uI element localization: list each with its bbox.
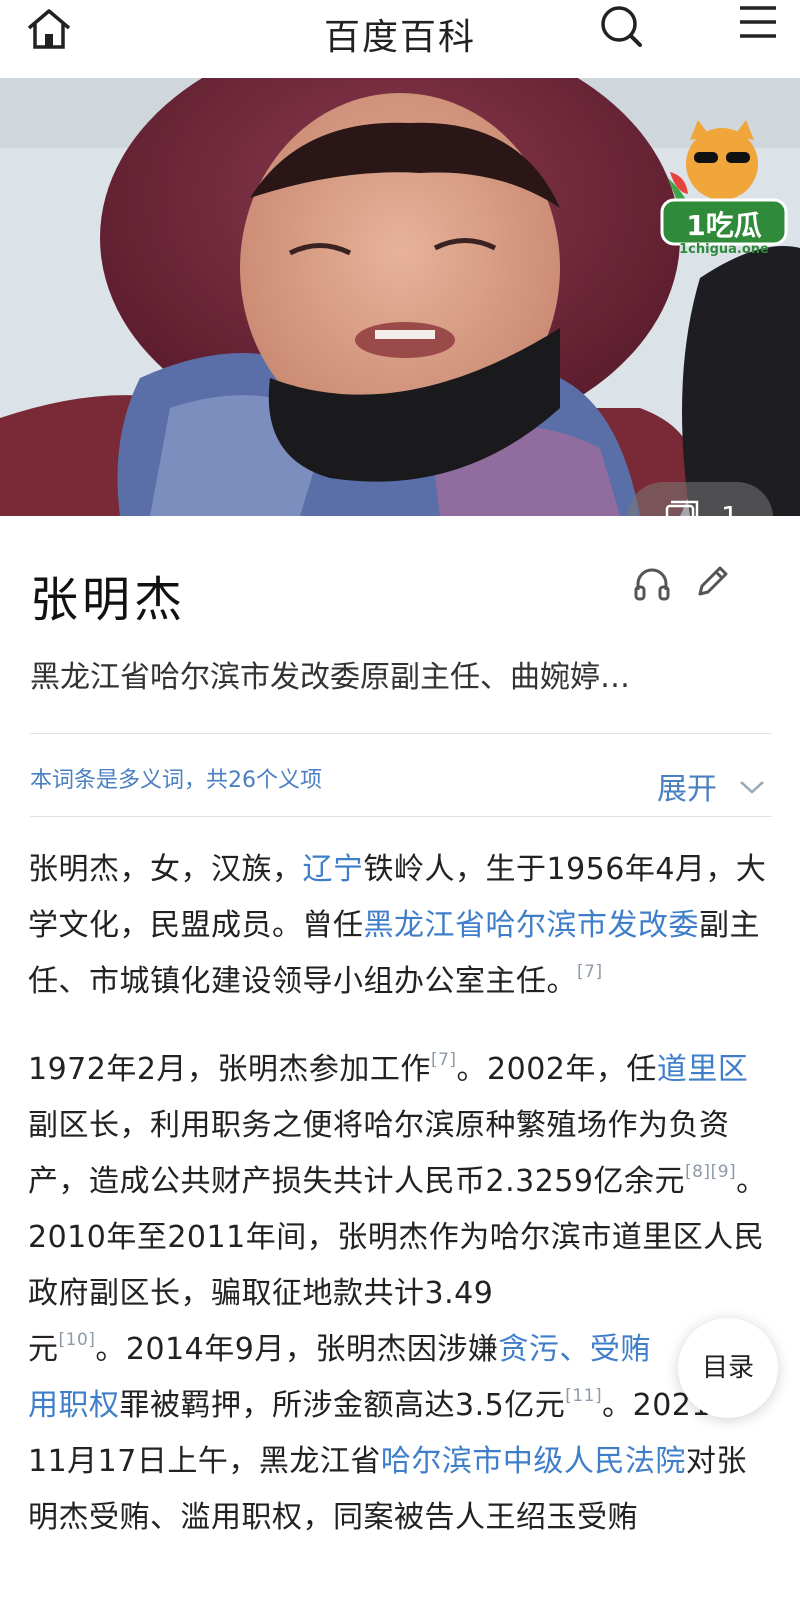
link-abuse-of-power[interactable]: 用职权: [28, 1388, 120, 1423]
text-run: 张明杰，女，汉族，: [28, 852, 303, 887]
polysemy-note[interactable]: 本词条是多义词，共26个义项: [30, 762, 322, 794]
text-run: 、: [559, 1332, 590, 1367]
intro-paragraph: 张明杰，女，汉族，辽宁铁岭人，生于1956年4月，大学文化，民盟成员。曾任黑龙江…: [28, 842, 773, 1010]
citation[interactable]: [7]: [431, 1050, 457, 1070]
expand-button[interactable]: 展开: [657, 764, 765, 808]
menu-icon[interactable]: [732, 2, 778, 46]
watermark-url: 1chigua.one: [679, 242, 769, 257]
citation[interactable]: [8][9]: [685, 1162, 736, 1182]
page-title: 百度百科: [323, 17, 476, 58]
entry-content: 张明杰 黑龙江省哈尔滨市发改委原副主任、曲婉婷… 本词条是多义词，共26个义项 …: [0, 516, 800, 1608]
entry-body: 张明杰，女，汉族，辽宁铁岭人，生于1956年4月，大学文化，民盟成员。曾任黑龙江…: [28, 842, 773, 1578]
gallery-icon: [663, 500, 699, 516]
career-paragraph: 1972年2月，张明杰参加工作[7]。2002年，任道里区副区长，利用职务之便将…: [28, 1042, 773, 1546]
photo-count: 1: [721, 500, 739, 516]
link-liaoning[interactable]: 辽宁: [303, 852, 364, 887]
citation[interactable]: [11]: [565, 1386, 602, 1406]
top-bar: 百度百科: [0, 0, 800, 78]
text-run: 1972年2月，张明杰参加工作: [28, 1052, 431, 1087]
expand-label: 展开: [657, 772, 717, 807]
link-harbin-ndrc[interactable]: 黑龙江省哈尔滨市发改委: [364, 908, 700, 943]
edit-pencil-icon[interactable]: [692, 562, 732, 606]
photo-counter-button[interactable]: 1: [627, 482, 773, 516]
chevron-down-icon: [739, 768, 765, 803]
entry-photo[interactable]: 1吃瓜 1chigua.one 1: [0, 78, 800, 516]
entry-subtitle: 黑龙江省哈尔滨市发改委原副主任、曲婉婷…: [30, 660, 630, 695]
divider: [30, 733, 772, 734]
text-run: 。2002年，任: [456, 1052, 657, 1087]
citation[interactable]: [7]: [577, 962, 603, 982]
text-run: 副区长，利用职务之便将哈尔滨原种繁殖场作为负资产，造成公共财产损失共计人民币2.…: [28, 1108, 730, 1199]
text-run: 。2014年9月，张明杰因涉嫌: [95, 1332, 499, 1367]
divider: [30, 816, 772, 817]
text-run: 元: [28, 1332, 59, 1367]
citation[interactable]: [10]: [59, 1330, 96, 1350]
search-icon[interactable]: [598, 4, 646, 56]
text-run: 罪被羁押，所涉金额高达3.5亿元: [119, 1388, 566, 1423]
headphones-icon[interactable]: [632, 564, 672, 608]
link-bribery[interactable]: 受贿: [590, 1332, 651, 1367]
toc-button[interactable]: 目录: [678, 1318, 778, 1418]
link-daoli-district[interactable]: 道里区: [657, 1052, 749, 1087]
watermark-logo: 1吃瓜 1chigua.one: [658, 114, 790, 262]
watermark-text: 1吃瓜: [686, 209, 762, 242]
entry-name: 张明杰: [30, 572, 187, 628]
link-harbin-court[interactable]: 哈尔滨市中级人民法院: [381, 1444, 686, 1479]
link-embezzlement[interactable]: 贪污: [498, 1332, 559, 1367]
